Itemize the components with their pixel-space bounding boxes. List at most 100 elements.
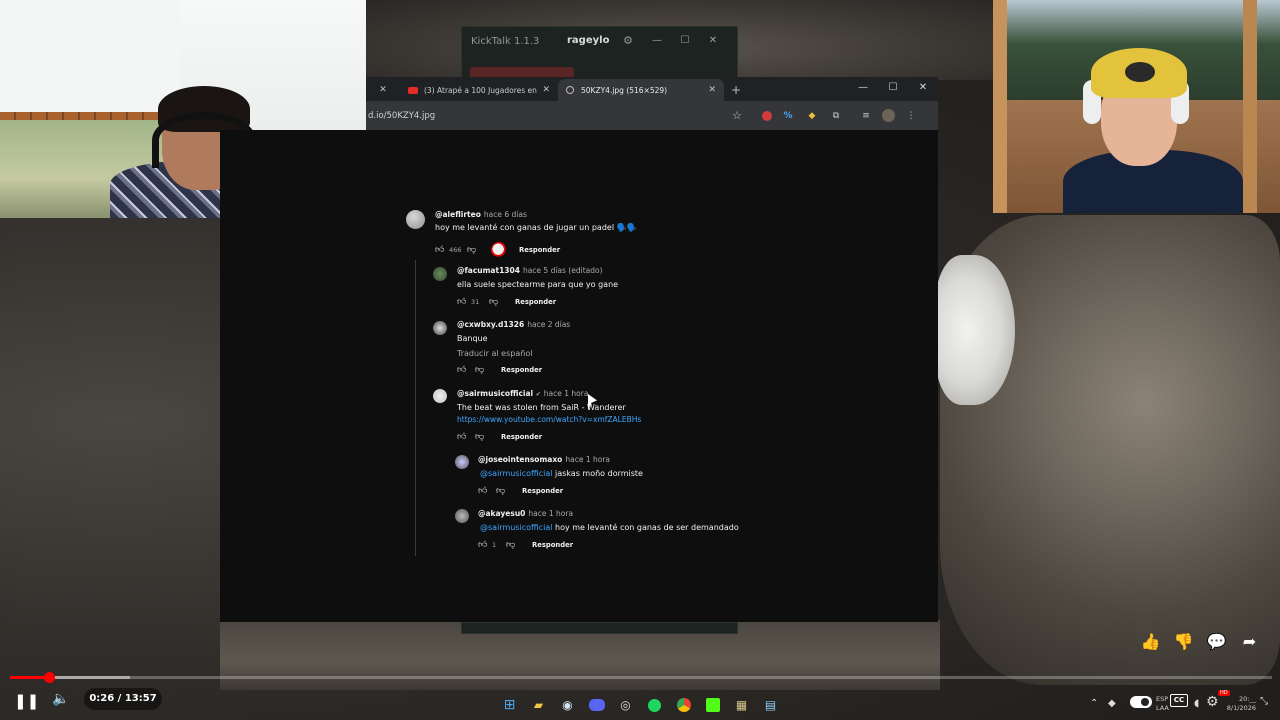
translate-link[interactable]: Traducir al español	[457, 349, 532, 358]
comment-handle[interactable]: @cxwbxy.d1326	[457, 320, 524, 329]
comment-handle[interactable]: @sairmusicofficial	[457, 389, 533, 398]
comment-icon[interactable]: 💬	[1200, 632, 1233, 660]
fullscreen-icon[interactable]: ⤡	[1260, 696, 1268, 707]
comment-text: hoy me levanté con ganas de ser demandad…	[555, 523, 739, 532]
window-controls: — ☐ ✕	[848, 77, 938, 99]
like-icon[interactable]: 👍︎	[457, 365, 471, 375]
star-icon[interactable]: ☆	[730, 109, 744, 122]
translate-extension-icon[interactable]: %	[780, 108, 796, 124]
comment-handle[interactable]: @akayesu0	[478, 509, 525, 518]
comment-actions: 👍︎ 31 👎︎ Responder	[457, 297, 556, 307]
reply-button[interactable]: Responder	[501, 366, 542, 374]
comment-author[interactable]: @facumat1304 hace 5 días (editado)	[457, 266, 603, 275]
address-bar[interactable]: d.io/50KZY4.jpg	[368, 111, 728, 121]
comment-handle[interactable]: @facumat1304	[457, 266, 520, 275]
reply-button[interactable]: Responder	[522, 487, 563, 495]
kick-icon[interactable]	[700, 692, 726, 718]
speaker-icon[interactable]: ◖	[1194, 698, 1199, 709]
avatar[interactable]	[455, 455, 469, 469]
dislike-icon[interactable]: 👎︎	[506, 540, 520, 550]
comment-author[interactable]: @sairmusicofficial ✔ hace 1 hora	[457, 389, 588, 398]
like-icon[interactable]: 👍︎	[435, 245, 449, 255]
kicktalk-title: KickTalk 1.1.3	[471, 35, 540, 47]
comment-text: The beat was stolen from SaiR - Wanderer	[457, 403, 626, 412]
avatar[interactable]	[433, 389, 447, 403]
scrubber-handle[interactable]	[44, 672, 56, 683]
steam-icon[interactable]: ◉	[555, 692, 581, 718]
share-icon[interactable]: ➦	[1233, 632, 1266, 660]
notepad-icon[interactable]: ▤	[758, 692, 784, 718]
dislike-icon[interactable]: 👎︎	[496, 486, 510, 496]
comment-actions: 👍︎ 👎︎ Responder	[457, 365, 542, 375]
captions-button[interactable]: CC	[1170, 694, 1188, 707]
clock[interactable]: 20:__ 8/1/2026	[1216, 695, 1256, 713]
avatar[interactable]	[433, 321, 447, 335]
comment-link[interactable]: https://www.youtube.com/watch?v=xmfZALEB…	[457, 415, 641, 424]
like-icon[interactable]: 👍︎	[478, 540, 492, 550]
close-icon[interactable]: ✕	[366, 79, 400, 101]
avatar[interactable]	[455, 509, 469, 523]
pause-icon[interactable]: ❚❚	[14, 692, 39, 712]
close-icon[interactable]: ✕	[542, 85, 550, 95]
comment-handle[interactable]: @aleflirteo	[435, 210, 481, 219]
windows-icon[interactable]: ⊞	[497, 692, 523, 718]
dislike-icon[interactable]: 👎︎	[467, 245, 481, 255]
comment-handle[interactable]: @joseointensomaxo	[478, 455, 562, 464]
network-icon[interactable]: ◆	[1108, 698, 1116, 709]
dislike-icon[interactable]: 👎︎	[475, 432, 489, 442]
reply-button[interactable]: Responder	[532, 541, 573, 549]
close-icon[interactable]: ✕	[708, 85, 716, 95]
close-button[interactable]: ✕	[699, 35, 727, 46]
like-icon[interactable]: 👍︎	[478, 486, 492, 496]
browser-toolbar: d.io/50KZY4.jpg ☆ % ◆ ⧉ ≡ ⋮	[366, 101, 938, 130]
minimize-button[interactable]: —	[643, 35, 671, 46]
kicktalk-titlebar[interactable]: KickTalk 1.1.3 rageylo ⚙ — ☐ ✕	[462, 27, 737, 53]
close-button[interactable]: ✕	[908, 77, 938, 99]
chrome-icon[interactable]	[671, 692, 697, 718]
kicktalk-window[interactable]: KickTalk 1.1.3 rageylo ⚙ — ☐ ✕	[461, 26, 738, 79]
gear-icon[interactable]: ⚙	[613, 34, 643, 47]
mention-link[interactable]: @sairmusicofficial	[480, 523, 552, 532]
maximize-button[interactable]: ☐	[671, 35, 699, 46]
dislike-icon[interactable]: 👎︎	[489, 297, 503, 307]
comment-author[interactable]: @aleflirteo hace 6 días	[435, 210, 527, 219]
dislike-icon[interactable]: 👎	[1167, 632, 1200, 660]
tab-youtube[interactable]: (3) Atrapé a 100 Jugadores en ... ✕	[400, 79, 558, 101]
reply-button[interactable]: Responder	[501, 433, 542, 441]
comment-author[interactable]: @cxwbxy.d1326 hace 2 días	[457, 320, 570, 329]
comment-author[interactable]: @joseointensomaxo hace 1 hora	[478, 455, 610, 464]
webcam-right	[993, 0, 1280, 213]
yellow-extension-icon[interactable]: ◆	[804, 108, 820, 124]
maximize-button[interactable]: ☐	[878, 77, 908, 99]
reading-list-icon[interactable]: ≡	[858, 108, 874, 124]
comment-author[interactable]: @akayesu0 hace 1 hora	[478, 509, 573, 518]
volume-icon[interactable]: 🔈	[52, 691, 74, 713]
kicktalk-username[interactable]: rageylo	[567, 35, 613, 46]
dislike-icon[interactable]: 👎︎	[475, 365, 489, 375]
theme-toggle[interactable]	[1130, 696, 1152, 708]
video-side-actions: 👍 👎 💬 ➦	[1134, 632, 1280, 660]
profile-avatar-icon[interactable]	[882, 109, 895, 122]
obs-icon[interactable]: ◎	[613, 692, 639, 718]
reply-button[interactable]: Responder	[515, 298, 556, 306]
files-icon[interactable]: ▰	[526, 692, 552, 718]
spotify-icon[interactable]	[642, 692, 668, 718]
mention-link[interactable]: @sairmusicofficial	[480, 469, 552, 478]
like-icon[interactable]: 👍︎	[457, 432, 471, 442]
reply-button[interactable]: Responder	[519, 246, 560, 254]
new-tab-button[interactable]: +	[724, 79, 748, 101]
progress-bar[interactable]	[10, 672, 1272, 683]
avatar[interactable]	[406, 210, 425, 229]
gallery-icon[interactable]: ▦	[729, 692, 755, 718]
chevron-up-icon[interactable]: ⌃	[1090, 698, 1098, 709]
language-indicator[interactable]: ESP LAA	[1156, 695, 1169, 713]
extensions-puzzle-icon[interactable]: ⧉	[828, 108, 844, 124]
kebab-menu-icon[interactable]: ⋮	[903, 108, 919, 124]
like-icon[interactable]: 👍	[1134, 632, 1167, 660]
record-extension-icon[interactable]	[762, 110, 772, 121]
tab-image[interactable]: 50KZY4.jpg (516×529) ✕	[558, 79, 724, 101]
discord-icon[interactable]	[584, 692, 610, 718]
like-icon[interactable]: 👍︎	[457, 297, 471, 307]
minimize-button[interactable]: —	[848, 77, 878, 99]
avatar[interactable]	[433, 267, 447, 281]
